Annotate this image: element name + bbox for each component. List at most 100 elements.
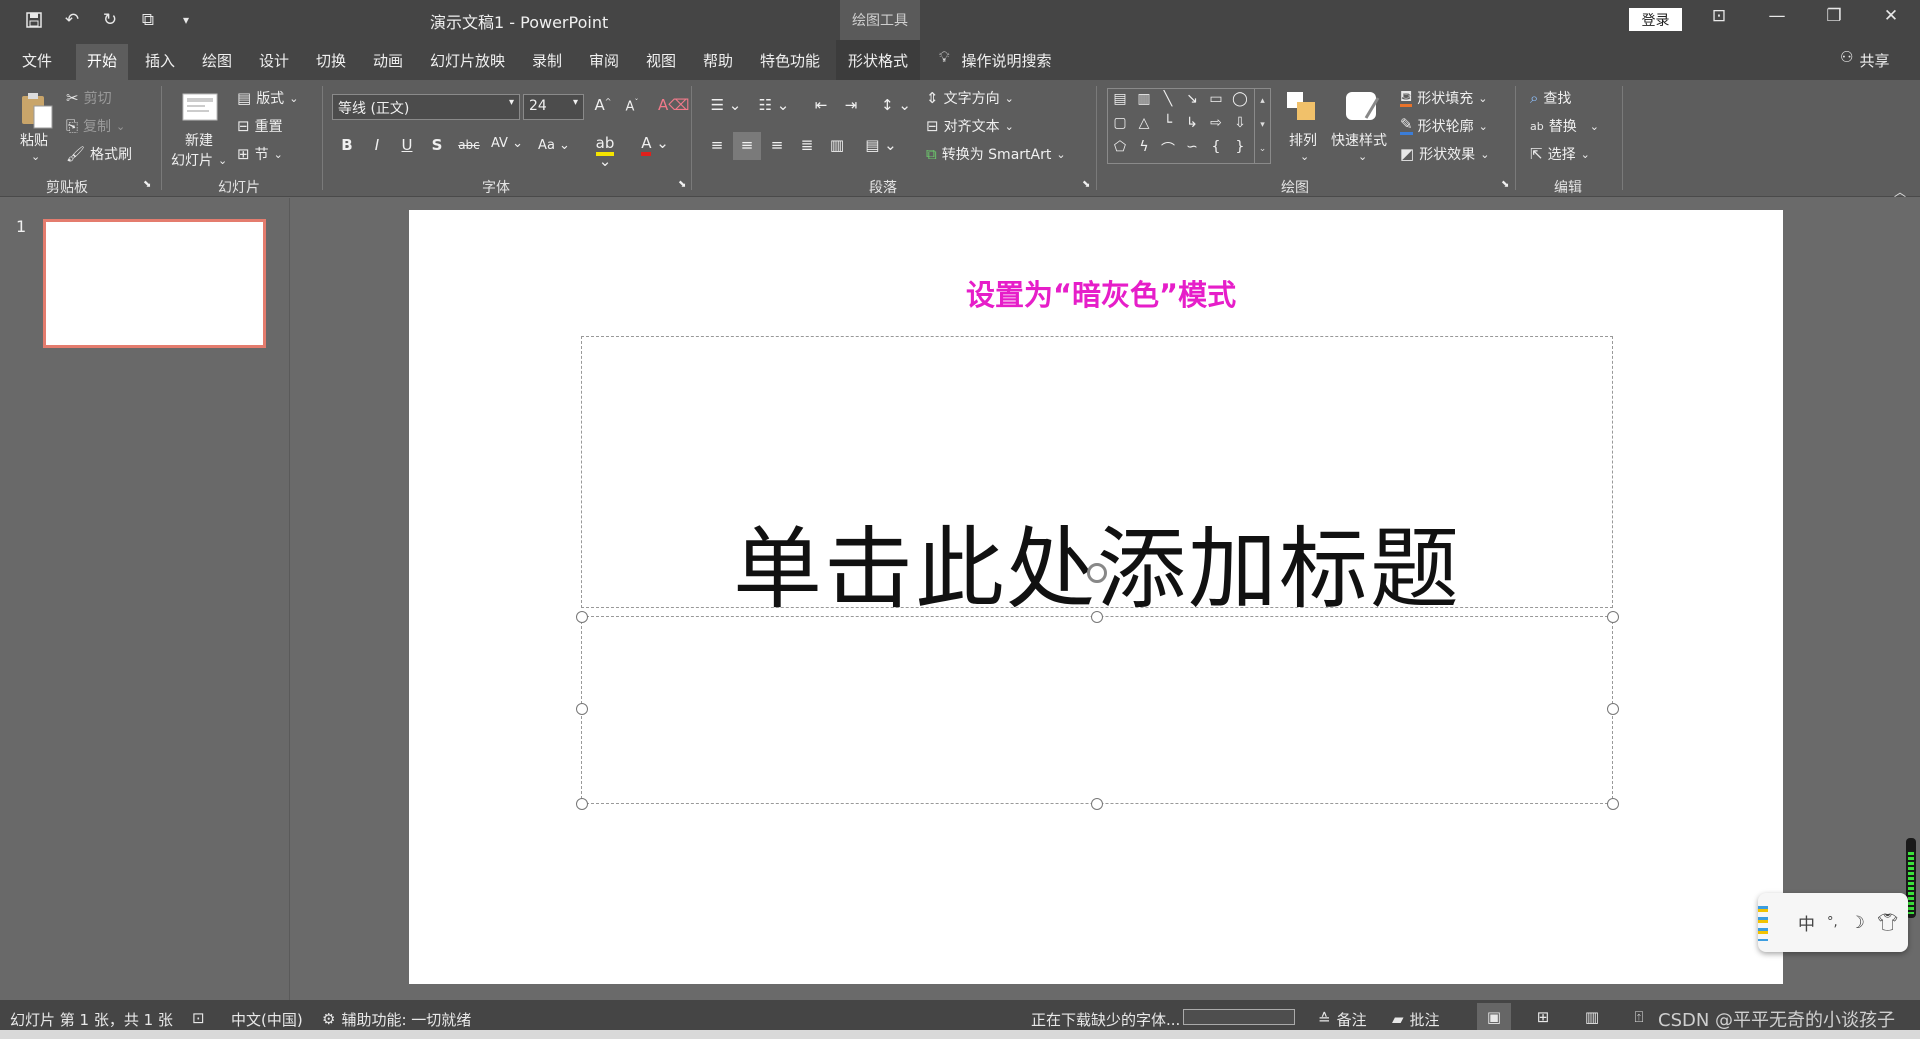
subtitle-placeholder[interactable] xyxy=(581,616,1613,804)
resize-handle[interactable] xyxy=(1091,798,1103,810)
comments-button[interactable]: ▰ 批注 xyxy=(1392,1009,1440,1030)
font-size-combo[interactable]: 24 ▾ xyxy=(523,94,584,120)
numbering-icon[interactable]: ☷ ⌄ xyxy=(754,96,794,114)
slideshow-view-icon[interactable]: ⍐ xyxy=(1622,1003,1656,1031)
login-button[interactable]: 登录 xyxy=(1629,8,1682,31)
layout-button[interactable]: ▤ 版式 ⌄ xyxy=(237,88,298,108)
text-box-shape-icon[interactable]: ▤ xyxy=(1110,91,1130,107)
close-icon[interactable]: ✕ xyxy=(1877,6,1905,26)
elbow-arrow-shape-icon[interactable]: ↳ xyxy=(1182,115,1202,131)
triangle-shape-icon[interactable]: △ xyxy=(1134,115,1154,131)
title-placeholder-text[interactable]: 单击此处添加标题 xyxy=(582,497,1612,626)
tab-review[interactable]: 审阅 xyxy=(589,50,619,71)
tab-animations[interactable]: 动画 xyxy=(373,50,403,71)
tab-home[interactable]: 开始 xyxy=(76,44,129,80)
distributed-icon[interactable]: ▥ xyxy=(826,136,848,154)
resize-handle[interactable] xyxy=(1607,703,1619,715)
decrease-font-size-icon[interactable]: Aˇ xyxy=(621,98,643,114)
scribble-shape-icon[interactable]: ϟ xyxy=(1134,139,1154,155)
accessibility-status[interactable]: ⚙ 辅助功能: 一切就绪 xyxy=(322,1009,471,1030)
slide-sorter-view-icon[interactable]: ⊞ xyxy=(1526,1003,1560,1031)
ime-mode-label[interactable]: 中 xyxy=(1798,910,1815,935)
new-slide-icon[interactable] xyxy=(181,90,219,130)
collapse-ribbon-icon[interactable]: ︿ xyxy=(1894,183,1906,200)
underline-icon[interactable]: U xyxy=(396,136,418,154)
drawing-launcher-icon[interactable]: ⬊ xyxy=(1501,179,1509,190)
slide-thumbnail[interactable] xyxy=(43,219,266,348)
reading-view-icon[interactable]: ▥ xyxy=(1575,1003,1609,1031)
cut-button[interactable]: ✂ 剪切 xyxy=(66,88,112,108)
new-slide-line1[interactable]: 新建 xyxy=(185,130,213,150)
down-arrow-shape-icon[interactable]: ⇩ xyxy=(1230,115,1250,131)
bold-icon[interactable]: B xyxy=(336,136,358,154)
quick-styles-dropdown-icon[interactable]: ⌄ xyxy=(1358,150,1367,163)
ime-punctuation-icon[interactable]: °, xyxy=(1827,915,1838,930)
tell-me-search[interactable]: 💡︎ 操作说明搜索 xyxy=(939,50,1052,71)
redo-icon[interactable]: ↻ xyxy=(98,8,122,32)
resize-handle[interactable] xyxy=(1091,611,1103,623)
align-center-icon[interactable]: ≡ xyxy=(733,132,761,160)
freeform-shape-icon[interactable]: ⬠ xyxy=(1110,139,1130,155)
curve-shape-icon[interactable]: ∽ xyxy=(1182,139,1202,155)
shapes-gallery[interactable]: ▤ ▥ ╲ ↘ ▭ ◯ ▢ △ └ ↳ ⇨ ⇩ ⬠ ϟ ⌒ ∽ { } ▴ ▾ ⌄ xyxy=(1107,88,1271,164)
convert-smartart-button[interactable]: ⧉ 转换为 SmartArt ⌄ xyxy=(926,144,1066,164)
resize-handle[interactable] xyxy=(576,703,588,715)
new-slide-button[interactable]: 幻灯片 ⌄ xyxy=(171,150,227,170)
paste-button[interactable]: 粘贴 xyxy=(20,130,48,150)
change-case-button[interactable]: Aa ⌄ xyxy=(536,138,572,153)
undo-icon[interactable]: ↶ xyxy=(60,8,84,32)
align-left-icon[interactable]: ≡ xyxy=(706,136,728,154)
rounded-rectangle-shape-icon[interactable]: ▢ xyxy=(1110,115,1130,131)
reset-button[interactable]: ⊟ 重置 xyxy=(237,116,283,136)
normal-view-icon[interactable]: ▣ xyxy=(1477,1003,1511,1031)
arrange-icon[interactable] xyxy=(1285,90,1323,130)
arrange-button[interactable]: 排列 xyxy=(1289,130,1317,150)
justify-icon[interactable]: ≣ xyxy=(796,136,818,154)
oval-shape-icon[interactable]: ◯ xyxy=(1230,91,1250,107)
ime-moon-icon[interactable]: ☽ xyxy=(1850,913,1865,933)
ribbon-display-options-icon[interactable]: ⊡ xyxy=(1705,6,1733,26)
highlight-icon[interactable]: ab ⌄ xyxy=(588,134,622,170)
tab-design[interactable]: 设计 xyxy=(259,50,289,71)
align-right-icon[interactable]: ≡ xyxy=(766,136,788,154)
tab-slideshow[interactable]: 幻灯片放映 xyxy=(430,50,505,71)
font-launcher-icon[interactable]: ⬊ xyxy=(678,179,686,190)
decrease-indent-icon[interactable]: ⇤ xyxy=(810,96,832,114)
rotate-handle-icon[interactable] xyxy=(1087,563,1107,583)
arc-shape-icon[interactable]: ⌒ xyxy=(1158,139,1178,159)
tab-draw[interactable]: 绘图 xyxy=(202,50,232,71)
tab-transitions[interactable]: 切换 xyxy=(316,50,346,71)
share-button[interactable]: ⚇ 共享 xyxy=(1840,50,1889,71)
strikethrough-icon[interactable]: abc xyxy=(456,138,482,152)
text-direction-button[interactable]: ⇕ 文字方向 ⌄ xyxy=(926,88,1014,108)
resize-handle[interactable] xyxy=(576,798,588,810)
tab-shape-format[interactable]: 形状格式 xyxy=(836,40,921,80)
shape-fill-button[interactable]: ⛾ 形状填充 ⌄ xyxy=(1400,88,1487,108)
character-spacing-icon[interactable]: AV ⌄ xyxy=(490,136,524,151)
increase-indent-icon[interactable]: ⇥ xyxy=(840,96,862,114)
left-brace-shape-icon[interactable]: { xyxy=(1206,139,1226,155)
slide-count-status[interactable]: 幻灯片 第 1 张，共 1 张 xyxy=(10,1009,173,1030)
tab-file[interactable]: 文件 xyxy=(22,50,52,71)
resize-handle[interactable] xyxy=(576,611,588,623)
replace-button[interactable]: ab 替换 ⌄ xyxy=(1530,116,1599,136)
tab-record[interactable]: 录制 xyxy=(532,50,562,71)
italic-icon[interactable]: I xyxy=(366,136,388,154)
restore-icon[interactable]: ❐ xyxy=(1820,6,1848,26)
language-status[interactable]: 中文(中国) xyxy=(231,1009,303,1030)
format-painter-button[interactable]: 🖌︎ 格式刷 xyxy=(66,144,132,164)
tab-insert[interactable]: 插入 xyxy=(145,50,175,71)
font-name-combo[interactable]: 等线 (正文) ▾ xyxy=(332,94,520,120)
paste-icon[interactable] xyxy=(18,90,56,130)
shape-outline-button[interactable]: ✎ 形状轮廓 ⌄ xyxy=(1400,116,1488,136)
ime-skin-icon[interactable]: 👕︎ xyxy=(1877,913,1899,933)
paragraph-launcher-icon[interactable]: ⬊ xyxy=(1082,179,1090,190)
save-icon[interactable] xyxy=(22,8,46,32)
right-arrow-shape-icon[interactable]: ⇨ xyxy=(1206,115,1226,131)
quick-styles-icon[interactable] xyxy=(1344,88,1382,128)
quick-styles-button[interactable]: 快速样式 xyxy=(1331,130,1387,150)
paste-dropdown-icon[interactable]: ⌄ xyxy=(31,150,40,163)
customize-qat-icon[interactable]: ▾ xyxy=(174,8,198,32)
notes-button[interactable]: ≙ 备注 xyxy=(1318,1009,1367,1030)
gallery-scroll[interactable]: ▴ ▾ ⌄ xyxy=(1254,89,1270,163)
